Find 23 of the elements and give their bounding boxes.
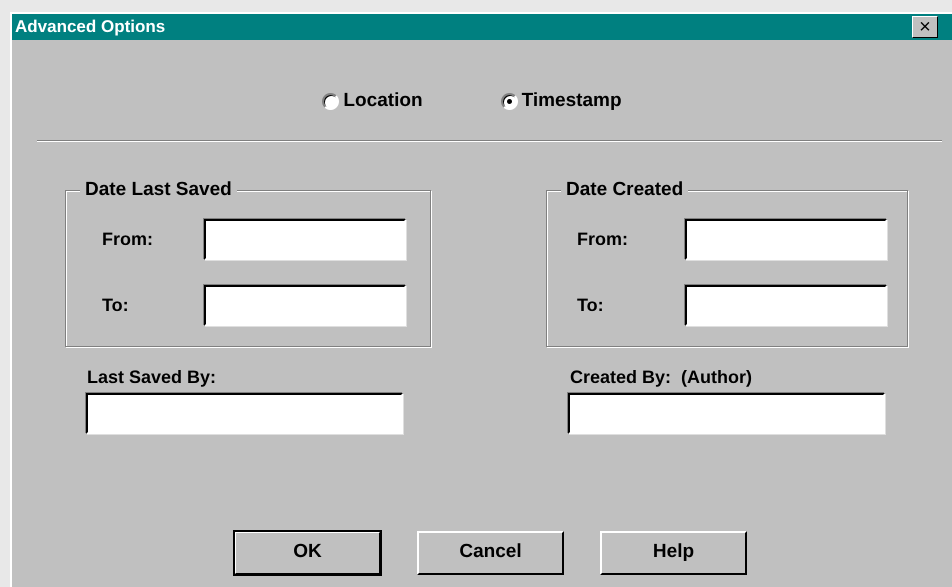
field-label: Last Saved By: (87, 366, 218, 389)
date-field[interactable] (685, 284, 887, 326)
dialog-button[interactable]: Cancel (417, 530, 564, 574)
dialog-button[interactable]: Help (600, 530, 747, 574)
date-field[interactable] (204, 218, 406, 260)
radio-label: Location (343, 89, 423, 113)
field-label: From: (101, 228, 154, 250)
name-field[interactable] (568, 392, 885, 434)
radio-option[interactable]: Location (322, 87, 423, 116)
field-label: Created By: (Author) (570, 366, 754, 389)
name-field[interactable] (86, 392, 403, 434)
radio-icon[interactable] (500, 92, 518, 110)
ok-button[interactable]: OK (234, 530, 381, 574)
radio-label: Timestamp (522, 89, 622, 113)
date-field[interactable] (204, 284, 406, 326)
field-label: To: (576, 294, 605, 316)
field-label: From: (576, 228, 629, 250)
radio-option[interactable]: Timestamp (500, 87, 622, 116)
radio-icon[interactable] (322, 92, 340, 110)
field-label: To: (101, 294, 130, 316)
date-field[interactable] (685, 218, 887, 260)
window-title: Advanced Options (15, 16, 166, 38)
close-button[interactable]: × (912, 16, 938, 38)
